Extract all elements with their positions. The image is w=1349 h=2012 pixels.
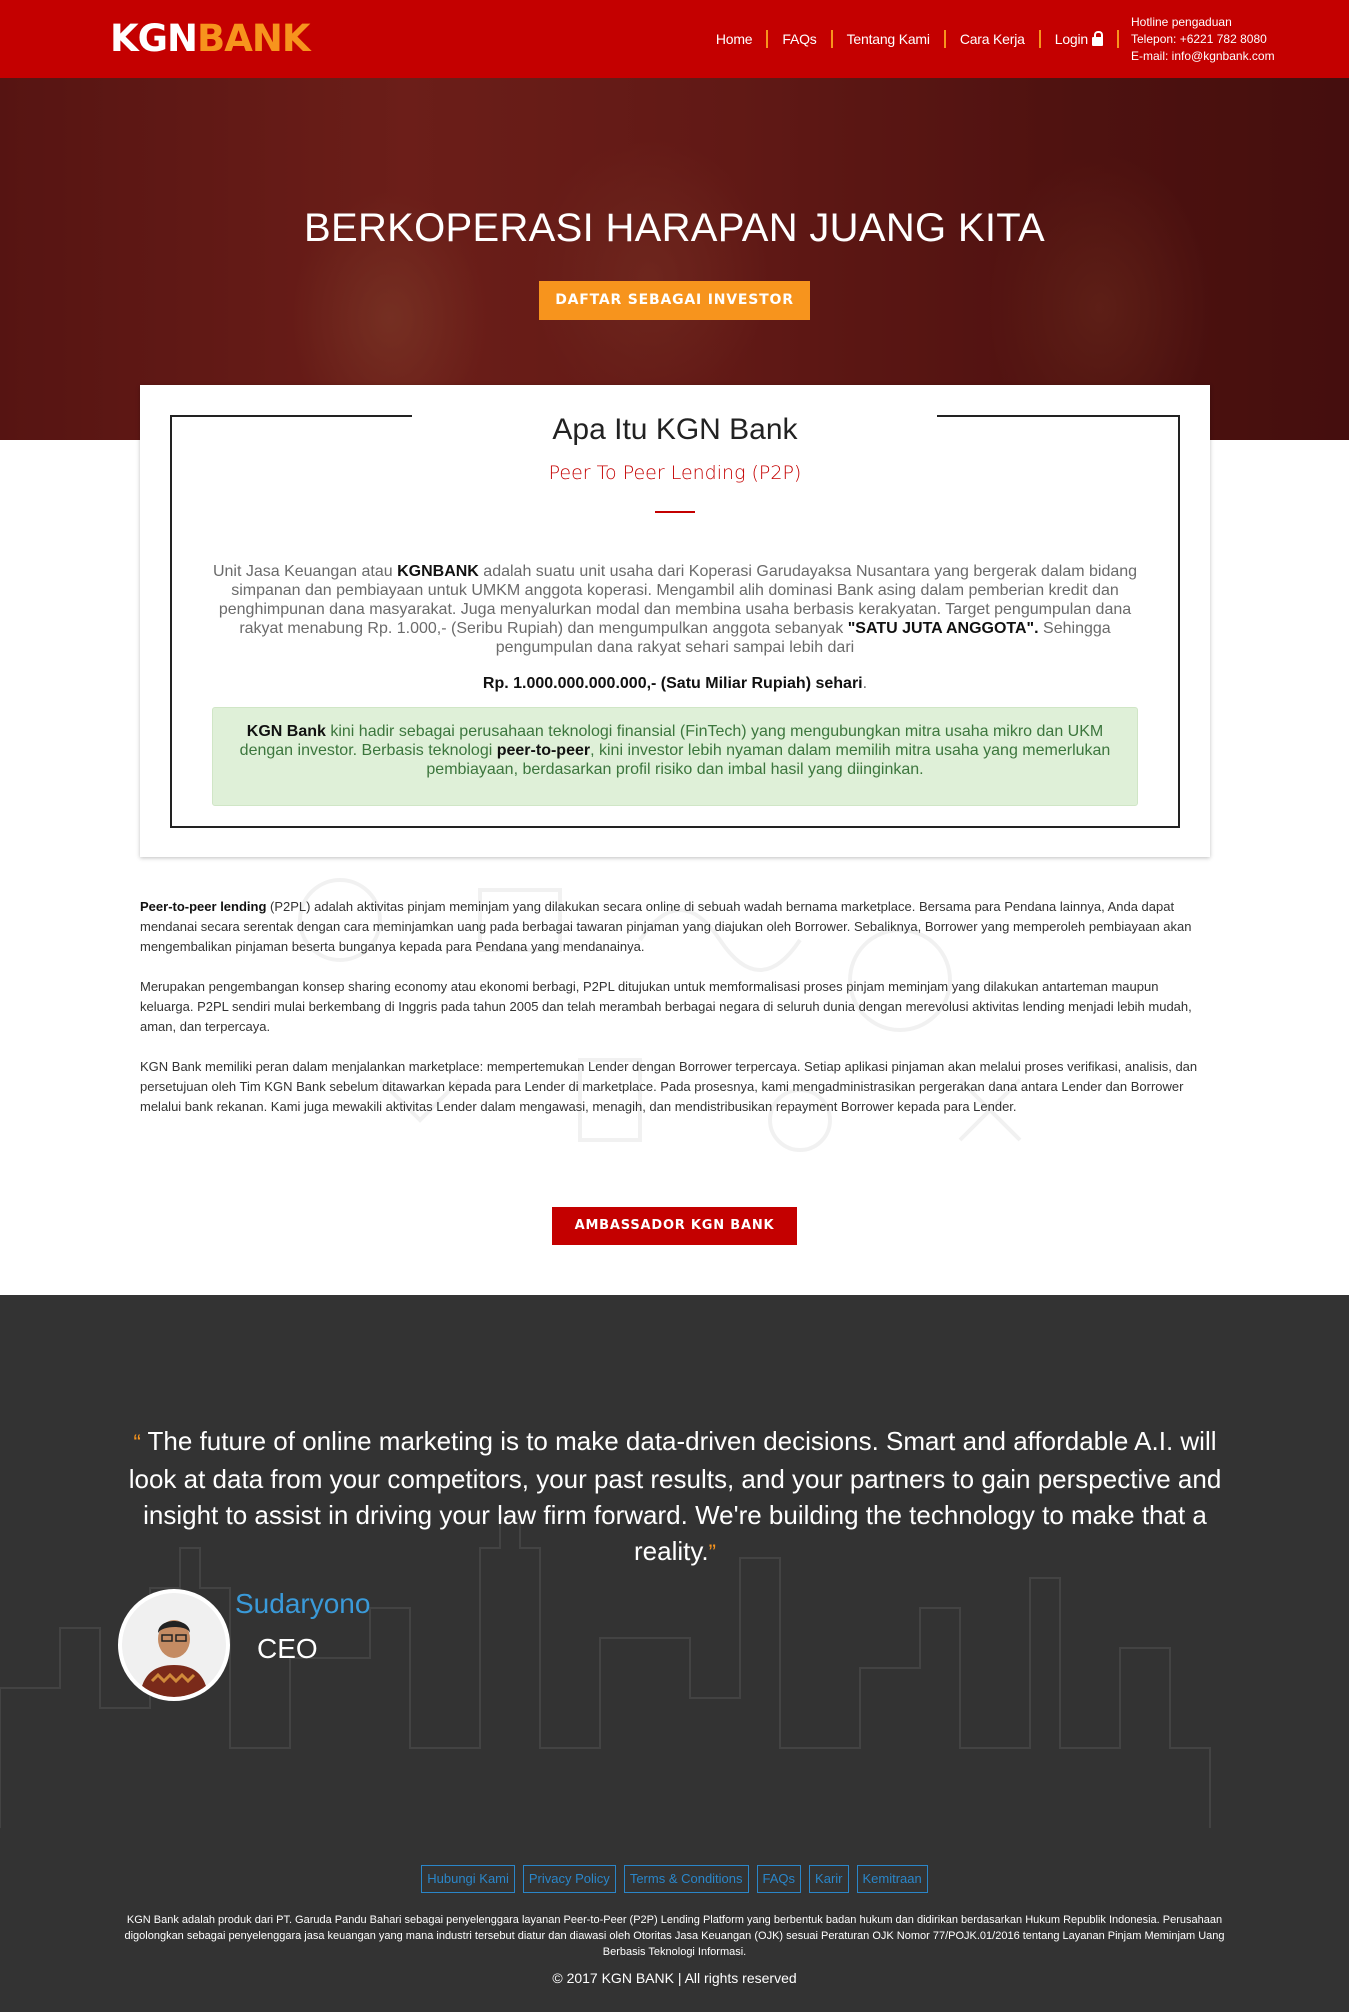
footer: Hubungi Kami Privacy Policy Terms & Cond… <box>0 1828 1349 2012</box>
logo-text-kgn: KGN <box>110 17 198 60</box>
paragraph-sharing-economy: Merupakan pengembangan konsep sharing ec… <box>140 979 1192 1034</box>
footer-links: Hubungi Kami Privacy Policy Terms & Cond… <box>0 1865 1349 1893</box>
about-title: Apa Itu KGN Bank <box>552 413 798 446</box>
nav-item-tentang-kami[interactable]: Tentang Kami <box>833 30 946 48</box>
footer-link-hubungi-kami[interactable]: Hubungi Kami <box>421 1865 515 1893</box>
paragraph-p2pl: Peer-to-peer lending (P2PL) adalah aktiv… <box>140 899 1192 954</box>
testimonial-role: CEO <box>257 1633 318 1664</box>
footer-legal-text: KGN Bank adalah produk dari PT. Garuda P… <box>124 1914 1225 1958</box>
p2p-explanation: Peer-to-peer lending (P2PL) adalah aktiv… <box>140 897 1210 1137</box>
about-description: Unit Jasa Keuangan atau KGNBANK adalah s… <box>212 563 1138 656</box>
person-photo <box>122 1593 226 1697</box>
top-navbar: KGNBANK Home FAQs Tentang Kami Cara Kerj… <box>0 0 1349 78</box>
hero-title: BERKOPERASI HARAPAN JUANG KITA <box>303 206 1045 250</box>
hotline-email: E-mail: info@kgnbank.com <box>1131 49 1275 63</box>
hotline-phone: Telepon: +6221 782 8080 <box>1131 32 1267 46</box>
hotline-info: Hotline pengaduan Telepon: +6221 782 808… <box>1131 14 1275 65</box>
ambassador-button[interactable]: AMBASSADOR KGN BANK <box>552 1207 797 1245</box>
testimonial-section: “ The future of online marketing is to m… <box>0 1295 1349 1828</box>
title-divider <box>655 511 695 513</box>
footer-link-karir[interactable]: Karir <box>809 1865 849 1893</box>
nav-item-login[interactable]: Login <box>1041 30 1119 48</box>
lock-icon <box>1092 30 1103 46</box>
fintech-notice: KGN Bank kini hadir sebagai perusahaan t… <box>212 707 1138 806</box>
login-label: Login <box>1054 31 1088 47</box>
logo-text-bank: BANK <box>197 17 310 60</box>
footer-link-privacy-policy[interactable]: Privacy Policy <box>522 1865 616 1893</box>
nav-item-home[interactable]: Home <box>702 30 769 48</box>
about-card: Apa Itu KGN Bank Peer To Peer Lending (P… <box>140 385 1210 857</box>
testimonial-name: Sudaryono <box>235 1588 371 1619</box>
avatar <box>118 1589 230 1701</box>
open-quote-mark: “ <box>133 1430 141 1455</box>
testimonial-quote: “ The future of online marketing is to m… <box>128 1426 1222 1566</box>
about-subtitle: Peer To Peer Lending (P2P) <box>548 462 802 484</box>
main-nav: Home FAQs Tentang Kami Cara Kerja Login <box>702 30 1119 48</box>
nav-item-cara-kerja[interactable]: Cara Kerja <box>946 30 1041 48</box>
footer-link-kemitraan[interactable]: Kemitraan <box>856 1865 928 1893</box>
footer-link-terms[interactable]: Terms & Conditions <box>623 1865 749 1893</box>
daily-target-amount: Rp. 1.000.000.000.000,- (Satu Miliar Rup… <box>482 675 868 692</box>
footer-copyright: © 2017 KGN BANK | All rights reserved <box>552 1970 797 1986</box>
close-quote-mark: ” <box>708 1540 716 1565</box>
nav-item-faqs[interactable]: FAQs <box>768 30 833 48</box>
hotline-title: Hotline pengaduan <box>1131 15 1232 29</box>
footer-link-faqs[interactable]: FAQs <box>756 1865 802 1893</box>
paragraph-role: KGN Bank memiliki peran dalam menjalanka… <box>140 1059 1198 1114</box>
brand-logo[interactable]: KGNBANK <box>110 17 311 60</box>
register-investor-button[interactable]: DAFTAR SEBAGAI INVESTOR <box>539 281 810 320</box>
